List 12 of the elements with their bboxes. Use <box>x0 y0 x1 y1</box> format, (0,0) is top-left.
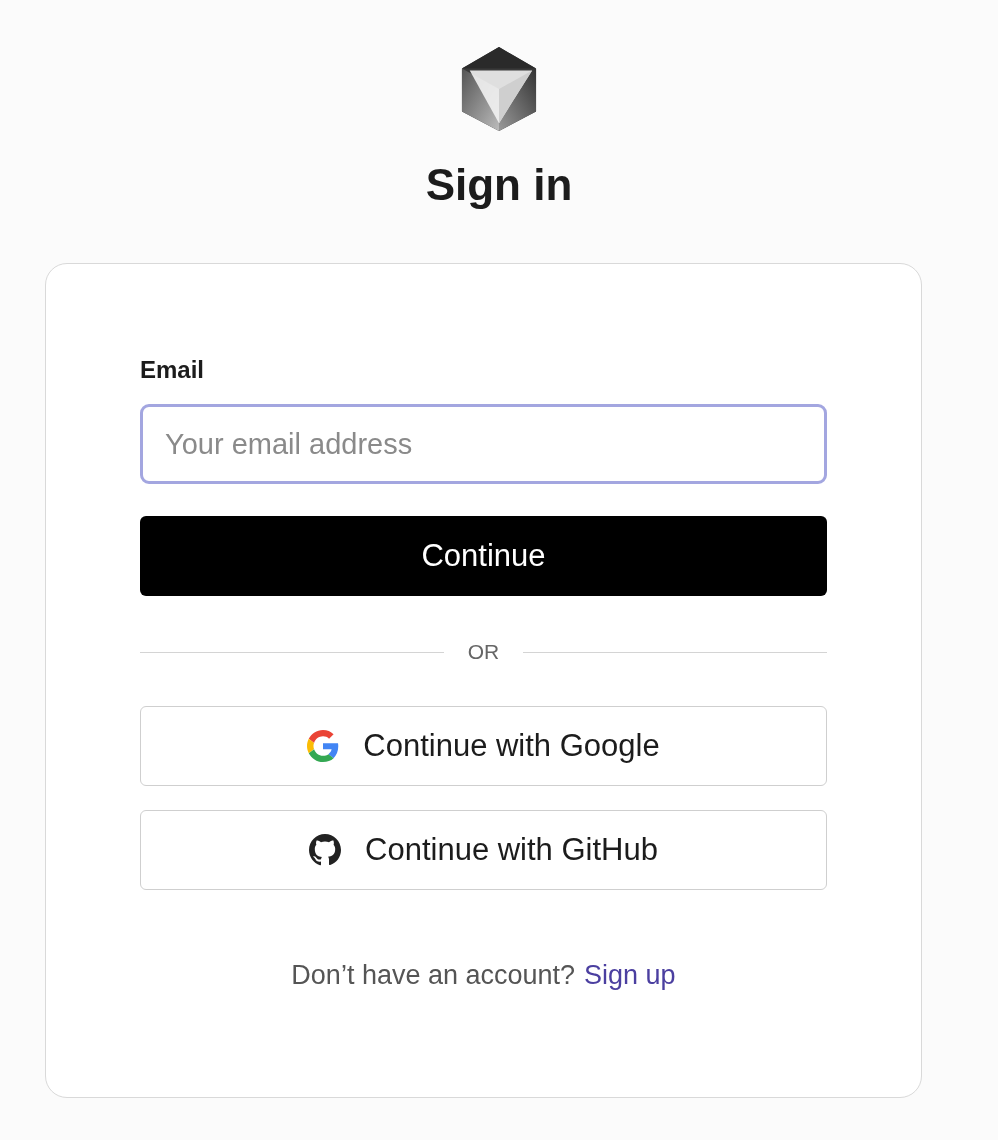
github-button[interactable]: Continue with GitHub <box>140 810 827 890</box>
google-icon <box>307 730 340 762</box>
divider-label: OR <box>467 640 500 664</box>
signup-link[interactable]: Sign up <box>584 960 676 991</box>
email-field[interactable]: Your email address <box>140 404 827 484</box>
email-label: Email <box>140 356 206 384</box>
page-title: Sign in <box>425 159 573 211</box>
signup-prompt: Don’t have an account? <box>291 960 576 991</box>
cube-logo-icon <box>460 45 538 133</box>
github-icon <box>309 834 342 866</box>
continue-button[interactable]: Continue <box>140 516 827 596</box>
google-button[interactable]: Continue with Google <box>140 706 827 786</box>
